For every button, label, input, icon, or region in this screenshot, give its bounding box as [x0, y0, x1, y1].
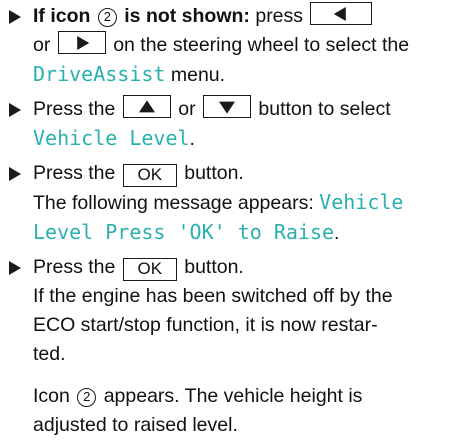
note-text: appears. The vehicle height is: [103, 385, 363, 407]
step-text: ECO start/stop function, it is now resta…: [33, 314, 378, 336]
triangle-up-icon: [138, 99, 155, 112]
step-line: adjusted to raised level.: [33, 411, 464, 440]
step-text: button to select: [258, 98, 391, 120]
step-line: DriveAssist menu.: [33, 60, 464, 90]
step-line: Press the OK button.: [33, 253, 464, 282]
up-key-button: [122, 95, 171, 118]
step-select-driveassist: If icon 2 is not shown: press or on the …: [0, 2, 464, 90]
step-text: button.: [184, 162, 244, 184]
step-line: If icon 2 is not shown: press: [33, 2, 464, 31]
step-line: ted.: [33, 340, 464, 369]
display-message-part2: Level Press 'OK' to Raise: [33, 220, 335, 244]
step-text: menu.: [170, 64, 226, 86]
step-text: ted.: [33, 343, 66, 365]
step-text: If the engine has been switched off by t…: [33, 285, 393, 307]
circled-number-2-icon: 2: [77, 388, 97, 407]
display-message-part1: Vehicle: [319, 190, 404, 214]
step-line: The following message appears: Vehicle: [33, 188, 464, 218]
step-line: or on the steering wheel to select the: [33, 31, 464, 60]
circled-number-2-icon: 2: [97, 8, 117, 27]
step-text: .: [189, 128, 195, 150]
bullet-triangle-icon: [9, 10, 21, 24]
menu-name-driveassist: DriveAssist: [33, 62, 166, 86]
step-line: Vehicle Level.: [33, 124, 464, 154]
condition-label: If icon: [33, 5, 91, 27]
instruction-page: If icon 2 is not shown: press or on the …: [0, 2, 464, 437]
step-press-ok-first: Press the OK button. The following messa…: [0, 159, 464, 248]
step-text: Press the: [33, 98, 116, 120]
right-key-button: [57, 31, 106, 54]
condition-label-end: is not shown:: [124, 5, 250, 27]
step-text: press: [255, 5, 304, 27]
note-text: Icon: [33, 385, 70, 407]
bullet-triangle-icon: [9, 167, 21, 181]
step-text: or: [33, 34, 51, 56]
step-line: Icon 2 appears. The vehicle height is: [33, 382, 464, 411]
step-text: on the steering wheel to select the: [113, 34, 410, 56]
step-line: Press the or button to select: [33, 95, 464, 124]
bullet-triangle-icon: [9, 103, 21, 117]
triangle-right-icon: [76, 35, 89, 50]
step-text: or: [178, 98, 196, 120]
step-text: Press the: [33, 256, 116, 278]
step-text: .: [334, 222, 340, 244]
ok-key-button: OK: [122, 164, 177, 187]
note-text: adjusted to raised level.: [33, 414, 238, 436]
ok-key-button: OK: [122, 258, 177, 281]
step-line: If the engine has been switched off by t…: [33, 282, 464, 311]
menu-item-vehicle-level: Vehicle Level: [33, 126, 190, 150]
triangle-down-icon: [218, 101, 235, 114]
left-key-button: [310, 2, 373, 25]
step-text: Press the: [33, 162, 116, 184]
step-press-ok-second: Press the OK button. If the engine has b…: [0, 253, 464, 369]
message-intro: The following message appears:: [33, 192, 314, 214]
step-line: Level Press 'OK' to Raise.: [33, 218, 464, 248]
step-select-vehicle-level: Press the or button to select Vehicle Le…: [0, 95, 464, 154]
step-line: Press the OK button.: [33, 159, 464, 188]
result-note: Icon 2 appears. The vehicle height is ad…: [0, 382, 464, 440]
step-line: ECO start/stop function, it is now resta…: [33, 311, 464, 340]
triangle-left-icon: [334, 6, 347, 21]
step-text: button.: [184, 256, 244, 278]
down-key-button: [202, 95, 251, 118]
bullet-triangle-icon: [9, 261, 21, 275]
